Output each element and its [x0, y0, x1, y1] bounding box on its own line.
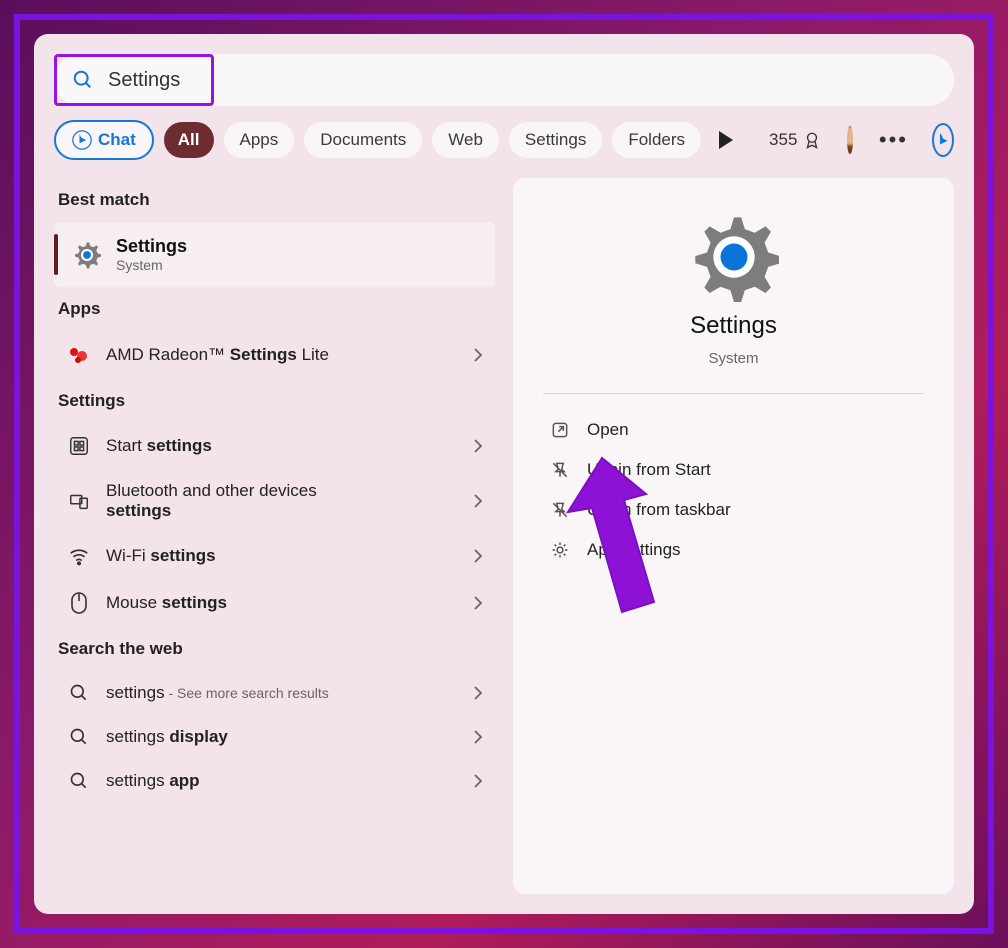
filter-folders[interactable]: Folders — [612, 122, 701, 158]
mouse-icon — [66, 591, 92, 615]
results-column: Best match Settings System Apps AMD Rade… — [54, 178, 495, 894]
search-icon — [66, 771, 92, 791]
app-row-amd[interactable]: AMD Radeon™ Settings Lite — [54, 331, 495, 379]
gear-icon — [72, 240, 102, 270]
action-label: Unpin from Start — [587, 460, 711, 480]
section-best-match: Best match — [54, 178, 495, 222]
chevron-right-icon — [473, 729, 483, 745]
user-avatar[interactable] — [847, 126, 852, 154]
start-icon — [66, 435, 92, 457]
devices-icon — [66, 490, 92, 512]
settings-row-label: Mouse settings — [106, 593, 227, 613]
rewards-points-value: 355 — [769, 130, 797, 150]
rewards-points[interactable]: 355 — [769, 130, 821, 150]
preview-title: Settings — [690, 312, 777, 340]
play-icon[interactable] — [719, 131, 733, 149]
chevron-right-icon — [473, 493, 483, 509]
more-icon[interactable]: ••• — [879, 127, 908, 153]
preview-subtitle: System — [708, 350, 758, 367]
action-label: Unpin from taskbar — [587, 500, 731, 520]
section-apps: Apps — [54, 287, 495, 331]
amd-icon — [66, 343, 92, 367]
best-match-subtitle: System — [116, 257, 187, 273]
bing-button[interactable] — [932, 123, 954, 157]
unpin-icon — [549, 460, 571, 480]
section-web: Search the web — [54, 627, 495, 671]
web-row-app[interactable]: settings app — [54, 759, 495, 803]
filter-web[interactable]: Web — [432, 122, 499, 158]
preview-card: Settings System Open Unpin from Start Un… — [513, 178, 954, 894]
action-label: App settings — [587, 540, 681, 560]
settings-row-label: Start settings — [106, 436, 212, 456]
filter-row: Chat All Apps Documents Web Settings Fol… — [54, 120, 954, 160]
unpin-icon — [549, 500, 571, 520]
action-label: Open — [587, 420, 629, 440]
open-icon — [549, 420, 571, 440]
chevron-right-icon — [473, 685, 483, 701]
wifi-icon — [66, 545, 92, 567]
section-settings: Settings — [54, 379, 495, 423]
web-row-settings[interactable]: settings - See more search results — [54, 671, 495, 715]
search-input[interactable] — [108, 69, 936, 92]
action-unpin-start[interactable]: Unpin from Start — [543, 450, 924, 490]
search-icon — [66, 727, 92, 747]
divider — [543, 393, 924, 394]
web-row-label: settings display — [106, 727, 228, 747]
settings-row-label: Wi-Fi settings — [106, 546, 216, 566]
bing-chat-icon — [72, 130, 92, 150]
search-icon — [66, 683, 92, 703]
medal-icon — [803, 131, 821, 149]
best-match-title: Settings — [116, 236, 187, 257]
search-panel: Chat All Apps Documents Web Settings Fol… — [34, 34, 974, 914]
settings-row-mouse[interactable]: Mouse settings — [54, 579, 495, 627]
chevron-right-icon — [473, 438, 483, 454]
chevron-right-icon — [473, 548, 483, 564]
gear-icon — [689, 212, 779, 302]
app-row-label: AMD Radeon™ Settings Lite — [106, 345, 329, 365]
settings-row-bluetooth[interactable]: Bluetooth and other devices settings — [54, 469, 495, 533]
filter-all[interactable]: All — [164, 122, 214, 158]
web-row-label: settings - See more search results — [106, 683, 329, 703]
bing-icon — [934, 131, 952, 149]
filter-documents[interactable]: Documents — [304, 122, 422, 158]
chevron-right-icon — [473, 595, 483, 611]
action-unpin-taskbar[interactable]: Unpin from taskbar — [543, 490, 924, 530]
chevron-right-icon — [473, 347, 483, 363]
settings-row-label: Bluetooth and other devices settings — [106, 481, 386, 521]
gear-icon — [549, 540, 571, 560]
search-bar[interactable] — [54, 54, 954, 106]
filter-apps[interactable]: Apps — [224, 122, 295, 158]
settings-row-start[interactable]: Start settings — [54, 423, 495, 469]
search-icon — [72, 69, 94, 91]
filter-chat[interactable]: Chat — [54, 120, 154, 160]
best-match-row[interactable]: Settings System — [54, 222, 495, 287]
chevron-right-icon — [473, 773, 483, 789]
web-row-label: settings app — [106, 771, 200, 791]
settings-row-wifi[interactable]: Wi-Fi settings — [54, 533, 495, 579]
action-app-settings[interactable]: App settings — [543, 530, 924, 570]
filter-settings[interactable]: Settings — [509, 122, 602, 158]
filter-chat-label: Chat — [98, 130, 136, 150]
action-open[interactable]: Open — [543, 410, 924, 450]
web-row-display[interactable]: settings display — [54, 715, 495, 759]
